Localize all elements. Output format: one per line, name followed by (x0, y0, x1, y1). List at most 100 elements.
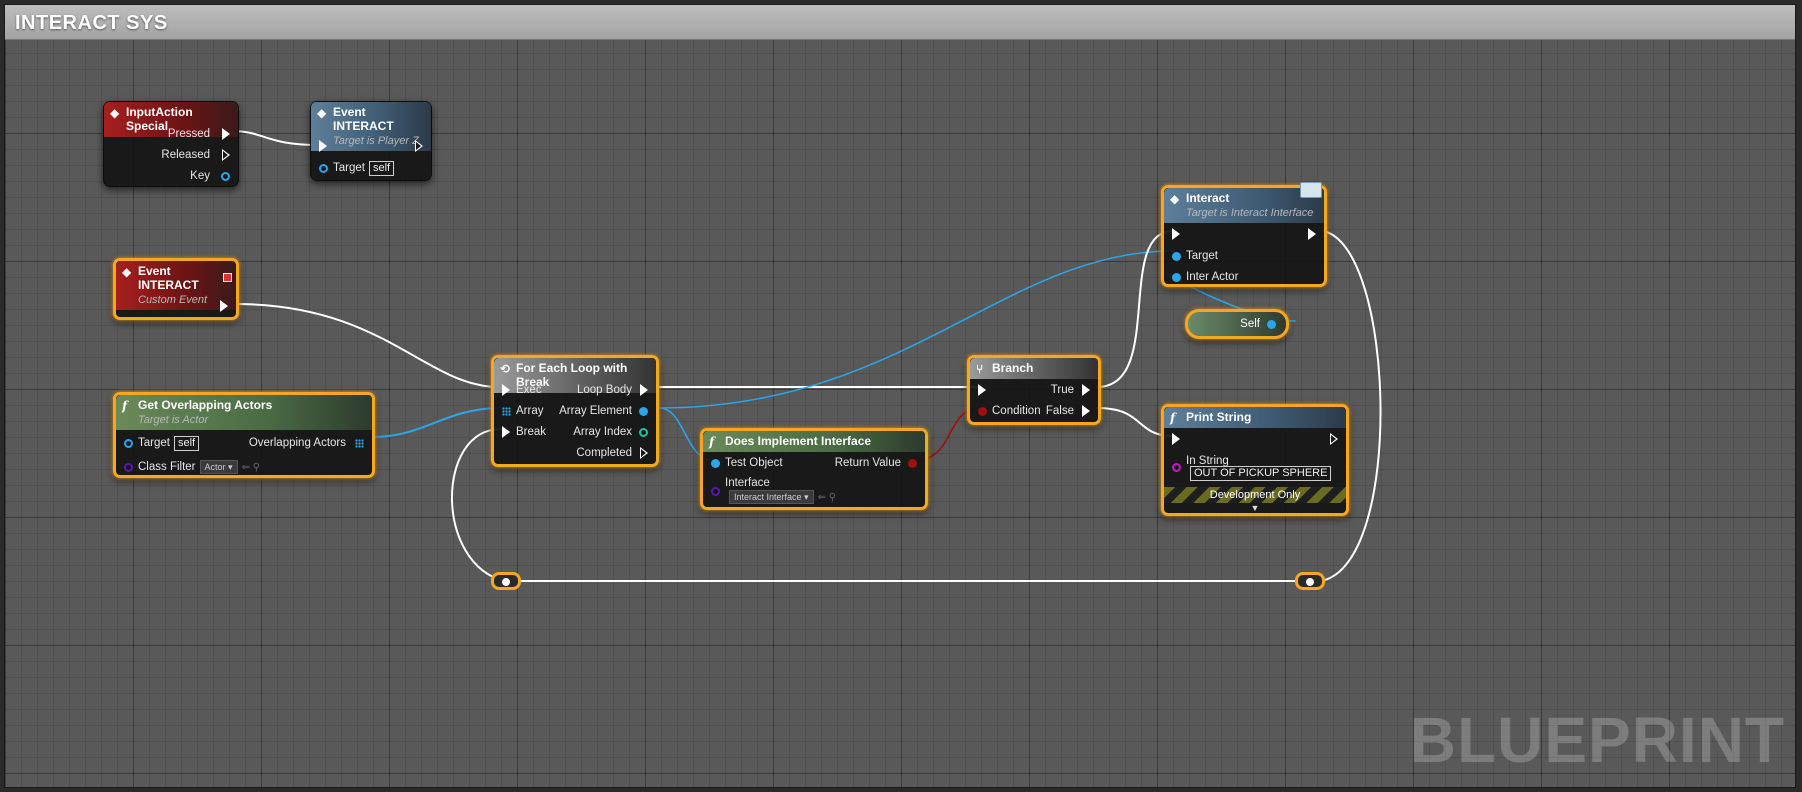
node-get-overlapping-actors[interactable]: f Get Overlapping Actors Target is Actor T… (113, 392, 375, 478)
pin-label-target: Target (138, 437, 170, 449)
wire-getoverlap-to-array (371, 407, 502, 438)
key-output-pin[interactable] (221, 172, 230, 181)
node-title: Get Overlapping Actors (138, 398, 273, 412)
array-element-pin[interactable] (639, 407, 648, 416)
exec-out-pin[interactable] (415, 140, 423, 152)
function-f-icon: f (709, 435, 715, 449)
exec-in-pin[interactable] (1172, 433, 1180, 445)
delegate-pin[interactable] (223, 273, 232, 282)
pin-label-array: Array (516, 405, 544, 417)
array-index-pin[interactable] (639, 428, 648, 437)
node-subtitle: Custom Event (138, 294, 208, 306)
pin-label-class-filter: Class Filter (138, 461, 196, 473)
macro-loop-icon: ⟲ (500, 362, 511, 376)
pin-label-pressed: Pressed (167, 128, 210, 140)
node-self[interactable]: Self (1185, 309, 1289, 339)
node-subtitle: Target is Interact Interface (1186, 207, 1314, 219)
browse-arrow-icon[interactable]: ⇐ ⚲ (818, 492, 836, 503)
node-custom-event-interact[interactable]: ◆ Event INTERACT Custom Event (113, 258, 239, 320)
pin-label-array-element: Array Element (559, 405, 632, 417)
exec-in-pin[interactable] (1172, 228, 1180, 240)
exec-out-pressed-pin[interactable] (222, 128, 230, 140)
pin-label-return-value: Return Value (834, 457, 901, 469)
development-only-label: Development Only (1209, 489, 1301, 501)
expand-chevron-icon[interactable]: ▼ (1164, 503, 1346, 513)
exec-out-loop-body-pin[interactable] (640, 384, 648, 396)
pin-label-exec: Exec (516, 384, 542, 396)
pin-label-key: Key (190, 170, 210, 182)
development-only-banner: Development Only (1164, 487, 1346, 503)
node-branch[interactable]: ⑂ Branch True Condition False (967, 355, 1101, 425)
node-subtitle: Target is Actor (138, 414, 209, 426)
interface-dropdown[interactable]: Interact Interface ▾ (729, 490, 814, 504)
pin-label-array-index: Array Index (573, 426, 632, 438)
message-envelope-icon (1300, 182, 1322, 198)
node-subtitle: Target is Player Z (333, 135, 419, 147)
browse-arrow-icon[interactable]: ⇐ ⚲ (242, 462, 260, 473)
in-string-pin[interactable] (1172, 463, 1181, 472)
return-value-pin[interactable] (908, 459, 917, 468)
target-input-pin[interactable] (124, 439, 133, 448)
inter-actor-pin[interactable] (1172, 273, 1181, 282)
array-output-pin[interactable] (355, 439, 364, 448)
node-title: Print String (1186, 410, 1252, 424)
exec-in-pin[interactable] (502, 384, 510, 396)
pin-label-completed: Completed (576, 447, 632, 459)
target-input-pin[interactable] (1172, 252, 1181, 261)
exec-out-pin[interactable] (220, 300, 228, 312)
interface-pin[interactable] (711, 487, 720, 496)
node-input-action-special[interactable]: ◆ InputAction Special Pressed Released Ke… (103, 101, 239, 187)
in-string-value-input[interactable]: OUT OF PICKUP SPHERE (1190, 466, 1332, 481)
branch-icon: ⑂ (976, 362, 984, 376)
exec-out-pin[interactable] (1330, 433, 1338, 445)
exec-out-pin[interactable] (1308, 228, 1316, 240)
node-print-string[interactable]: f Print String In String OUT OF PICKUP SP… (1161, 404, 1349, 516)
target-self-value[interactable]: self (368, 161, 395, 176)
exec-in-break-pin[interactable] (502, 426, 510, 438)
graph-title-bar: INTERACT SYS (5, 5, 1795, 40)
array-input-pin[interactable] (502, 407, 511, 416)
class-filter-dropdown[interactable]: Actor ▾ (199, 460, 238, 474)
function-diamond-icon: ◆ (317, 106, 327, 120)
exec-out-true-pin[interactable] (1082, 384, 1090, 396)
node-title: Event INTERACT (333, 105, 394, 133)
pin-label-released: Released (161, 149, 210, 161)
pin-label-target: Target (333, 162, 365, 174)
node-does-implement-interface[interactable]: f Does Implement Interface Test Object Re… (700, 428, 928, 510)
node-interact[interactable]: ◆ Interact Target is Interact Interface Ta… (1161, 182, 1327, 287)
pin-label-target: Target (1186, 250, 1218, 262)
node-title: Event INTERACT (138, 264, 199, 292)
exec-in-pin[interactable] (319, 140, 327, 152)
pin-label-condition: Condition (992, 405, 1041, 417)
pin-label-break: Break (516, 426, 547, 438)
function-f-icon: f (122, 399, 128, 413)
event-diamond-icon: ◆ (110, 106, 120, 120)
pin-label-loop-body: Loop Body (577, 384, 632, 396)
node-for-each-loop-with-break[interactable]: ⟲ For Each Loop with Break Exec Loop Body… (491, 355, 659, 467)
reroute-node-left[interactable] (491, 572, 521, 590)
pin-label-test-object: Test Object (725, 457, 783, 469)
event-diamond-icon: ◆ (122, 265, 132, 279)
target-input-pin[interactable] (319, 164, 328, 173)
graph-title: INTERACT SYS (15, 12, 168, 34)
node-title: Does Implement Interface (725, 434, 872, 448)
blueprint-graph-canvas[interactable]: INTERACT SYS ◆ InputAction Special Presse… (4, 4, 1796, 788)
blueprint-watermark: BLUEPRINT (1409, 704, 1785, 776)
test-object-pin[interactable] (711, 459, 720, 468)
reroute-node-right[interactable] (1295, 572, 1325, 590)
node-title: Interact (1186, 191, 1230, 205)
class-filter-pin[interactable] (124, 463, 133, 472)
node-event-interact-call[interactable]: ◆ Event INTERACT Target is Player Z Target… (310, 101, 432, 181)
condition-pin[interactable] (978, 407, 987, 416)
exec-out-released-pin[interactable] (222, 149, 230, 161)
pin-label-true: True (1050, 384, 1074, 396)
self-label: Self (1240, 318, 1260, 330)
wire-event-to-foreach (234, 303, 500, 388)
exec-in-pin[interactable] (978, 384, 986, 396)
exec-out-completed-pin[interactable] (640, 447, 648, 459)
target-self-value[interactable]: self (173, 436, 200, 451)
self-output-pin[interactable] (1267, 320, 1276, 329)
wire-pressed-to-event (230, 130, 320, 146)
pin-label-inter-actor: Inter Actor (1186, 271, 1239, 283)
exec-out-false-pin[interactable] (1082, 405, 1090, 417)
